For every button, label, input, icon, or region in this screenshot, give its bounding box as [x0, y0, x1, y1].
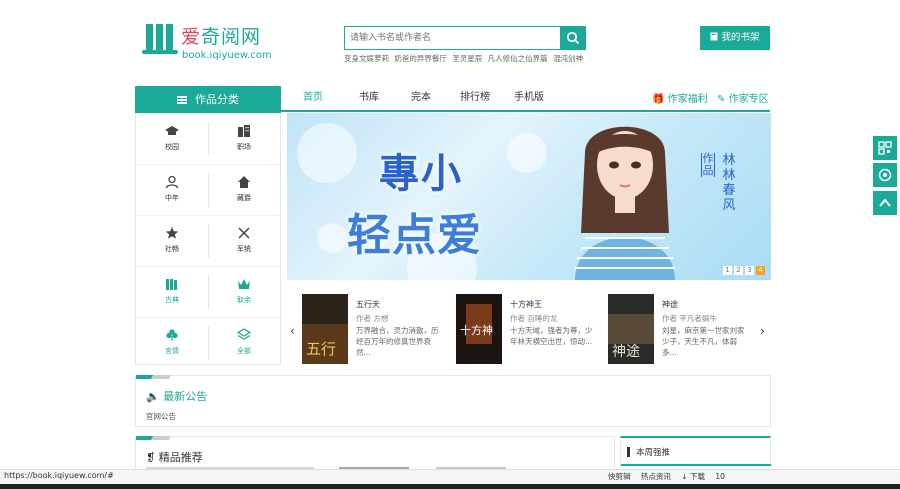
- banner-page-dot[interactable]: 1: [723, 266, 732, 275]
- logo-domain: book.iqiyuew.com: [182, 50, 272, 61]
- graduation-cap-icon: [165, 126, 179, 135]
- svg-text:十方神: 十方神: [460, 323, 493, 337]
- page: 爱奇阅网 book.iqiyuew.com 变身文娱萝莉 奶爸的异界餐厅 圣灵星…: [0, 0, 900, 489]
- announcement-link[interactable]: 官网公告: [146, 411, 176, 422]
- arrow-up-icon: [879, 198, 891, 207]
- star-icon: [165, 227, 179, 239]
- hotword-link[interactable]: 奶爸的异界餐厅: [394, 54, 447, 63]
- float-back-to-top-button[interactable]: [873, 191, 897, 215]
- weekly-recommend-panel: 本周强推: [620, 436, 771, 466]
- hotword-link[interactable]: 圣灵星辰: [452, 54, 482, 63]
- books-icon: [166, 279, 177, 290]
- svg-text:五行: 五行: [306, 340, 336, 358]
- clover-icon: [166, 329, 178, 341]
- hotword-link[interactable]: 混沌剑神: [553, 54, 583, 63]
- hotword-link[interactable]: 变身文娱萝莉: [344, 54, 389, 63]
- book-card[interactable]: 五行 五行天 作者 方想 万界融合，灵力消散，历经百万年的修真世界衰然...: [302, 294, 442, 366]
- book-card[interactable]: 神途 神途 作者 平凡者蜗牛 刘星，麻京第一世家刘家少子，天生不凡，体弱多...: [608, 294, 748, 366]
- download-button[interactable]: ↓ 下载: [681, 472, 705, 481]
- logo-name: 爱奇阅网: [181, 26, 262, 48]
- author-zone-link[interactable]: ✎ 作家专区: [717, 90, 769, 105]
- pen-icon: ✎: [717, 94, 726, 105]
- speaker-icon: 🔈: [146, 390, 160, 403]
- book-cover: 十方神: [456, 294, 502, 364]
- bookmark-icon: ❡: [146, 451, 156, 464]
- search-box: [344, 26, 586, 50]
- status-items: 快剪辑 热点资讯 ↓ 下载 10: [608, 471, 733, 482]
- buildings-icon: [238, 125, 250, 137]
- quick-clip-button[interactable]: 快剪辑: [608, 472, 631, 481]
- my-bookshelf-button[interactable]: 我的书架: [700, 26, 770, 50]
- banner-illustration: [575, 126, 675, 280]
- home-icon: [238, 176, 250, 188]
- browser-status-bar: https://book.iqiyuew.com/# 快剪辑 热点资讯 ↓ 下载…: [0, 469, 900, 484]
- search-button[interactable]: [560, 26, 586, 50]
- banner-author: 林林春风: [722, 153, 736, 213]
- category-menu-toggle[interactable]: 作品分类: [135, 86, 281, 113]
- announcement-panel: 🔈 最新公告 官网公告: [135, 375, 771, 427]
- category-shechang[interactable]: 社畅: [136, 216, 208, 266]
- site-logo[interactable]: 爱奇阅网 book.iqiyuew.com: [142, 22, 282, 66]
- hero-banner[interactable]: 專小 轻点爱 作品 林林春风 1234: [287, 113, 771, 280]
- category-all[interactable]: 全部: [208, 318, 280, 368]
- category-romance[interactable]: 言情: [136, 318, 208, 368]
- carousel-next-icon[interactable]: ›: [760, 324, 765, 338]
- qrcode-icon: [878, 141, 892, 155]
- hot-search-words: 变身文娱萝莉 奶爸的异界餐厅 圣灵星辰 凡人修仙之仙界篇 混沌剑神: [344, 53, 586, 64]
- book-carousel: ‹ 五行 五行天 作者 方想 万界融合，灵力消散，历经百万年的修真世界衰然...…: [287, 290, 771, 370]
- banner-page-dot[interactable]: 3: [745, 266, 754, 275]
- nav-library[interactable]: 书库: [359, 88, 379, 103]
- banner-title-line2: 轻点爱: [347, 210, 482, 261]
- category-campus[interactable]: 校园: [136, 114, 208, 164]
- category-military[interactable]: 军统: [208, 216, 280, 266]
- book-card[interactable]: 十方神 十方神王 作者 百睡的龙 十方天域，强者为尊，少年林天横空出世，惊动..…: [456, 294, 596, 366]
- svg-text:神途: 神途: [612, 343, 640, 360]
- category-quyu[interactable]: 取余: [208, 267, 280, 317]
- float-service-button[interactable]: [873, 163, 897, 187]
- category-workplace[interactable]: 职场: [208, 114, 280, 164]
- layers-icon: [237, 328, 251, 340]
- weekly-title: 本周强推: [636, 448, 671, 458]
- category-cangjue[interactable]: 藏爵: [208, 165, 280, 215]
- book-logo-icon: [142, 24, 178, 54]
- os-taskbar: [0, 484, 900, 489]
- zoom-indicator[interactable]: 10: [715, 472, 725, 481]
- banner-title-line1: 專小: [379, 151, 463, 197]
- nav-mobile[interactable]: 手机版: [514, 88, 544, 103]
- hot-news-button[interactable]: 热点资讯: [641, 472, 671, 481]
- crossed-swords-icon: [238, 227, 250, 239]
- gift-icon: 🎁: [652, 94, 665, 105]
- person-icon: [165, 175, 179, 189]
- book-icon: [710, 32, 718, 41]
- nav-finished[interactable]: 完本: [411, 88, 431, 103]
- search-icon: [566, 31, 580, 45]
- hotword-link[interactable]: 凡人修仙之仙界篇: [488, 54, 548, 63]
- category-classic[interactable]: 古典: [136, 267, 208, 317]
- nav-rankings[interactable]: 排行榜: [460, 88, 490, 103]
- menu-icon: [177, 96, 187, 104]
- float-qrcode-button[interactable]: [873, 136, 897, 160]
- category-grid: 校园 职场 中年 藏爵 社畅 军统 古典 取余 言情 全部: [135, 113, 281, 365]
- book-cover: 神途: [608, 294, 654, 364]
- crown-icon: [238, 279, 250, 289]
- banner-pagination: 1234: [721, 257, 765, 276]
- book-cover: 五行: [302, 294, 348, 364]
- headset-icon: [878, 168, 892, 182]
- banner-tag: 作品: [701, 152, 715, 177]
- nav-home[interactable]: 首页: [303, 88, 323, 103]
- search-input[interactable]: [345, 27, 561, 49]
- status-url: https://book.iqiyuew.com/#: [4, 471, 114, 480]
- author-welfare-link[interactable]: 🎁 作家福利: [652, 90, 708, 105]
- announcement-title: 🔈 最新公告: [146, 390, 208, 403]
- category-middleage[interactable]: 中年: [136, 165, 208, 215]
- nav-underline: [281, 110, 770, 112]
- carousel-prev-icon[interactable]: ‹: [290, 324, 295, 338]
- banner-page-dot[interactable]: 2: [734, 266, 743, 275]
- recommend-title: ❡ 精品推荐: [146, 451, 203, 464]
- banner-page-dot-active[interactable]: 4: [756, 266, 765, 275]
